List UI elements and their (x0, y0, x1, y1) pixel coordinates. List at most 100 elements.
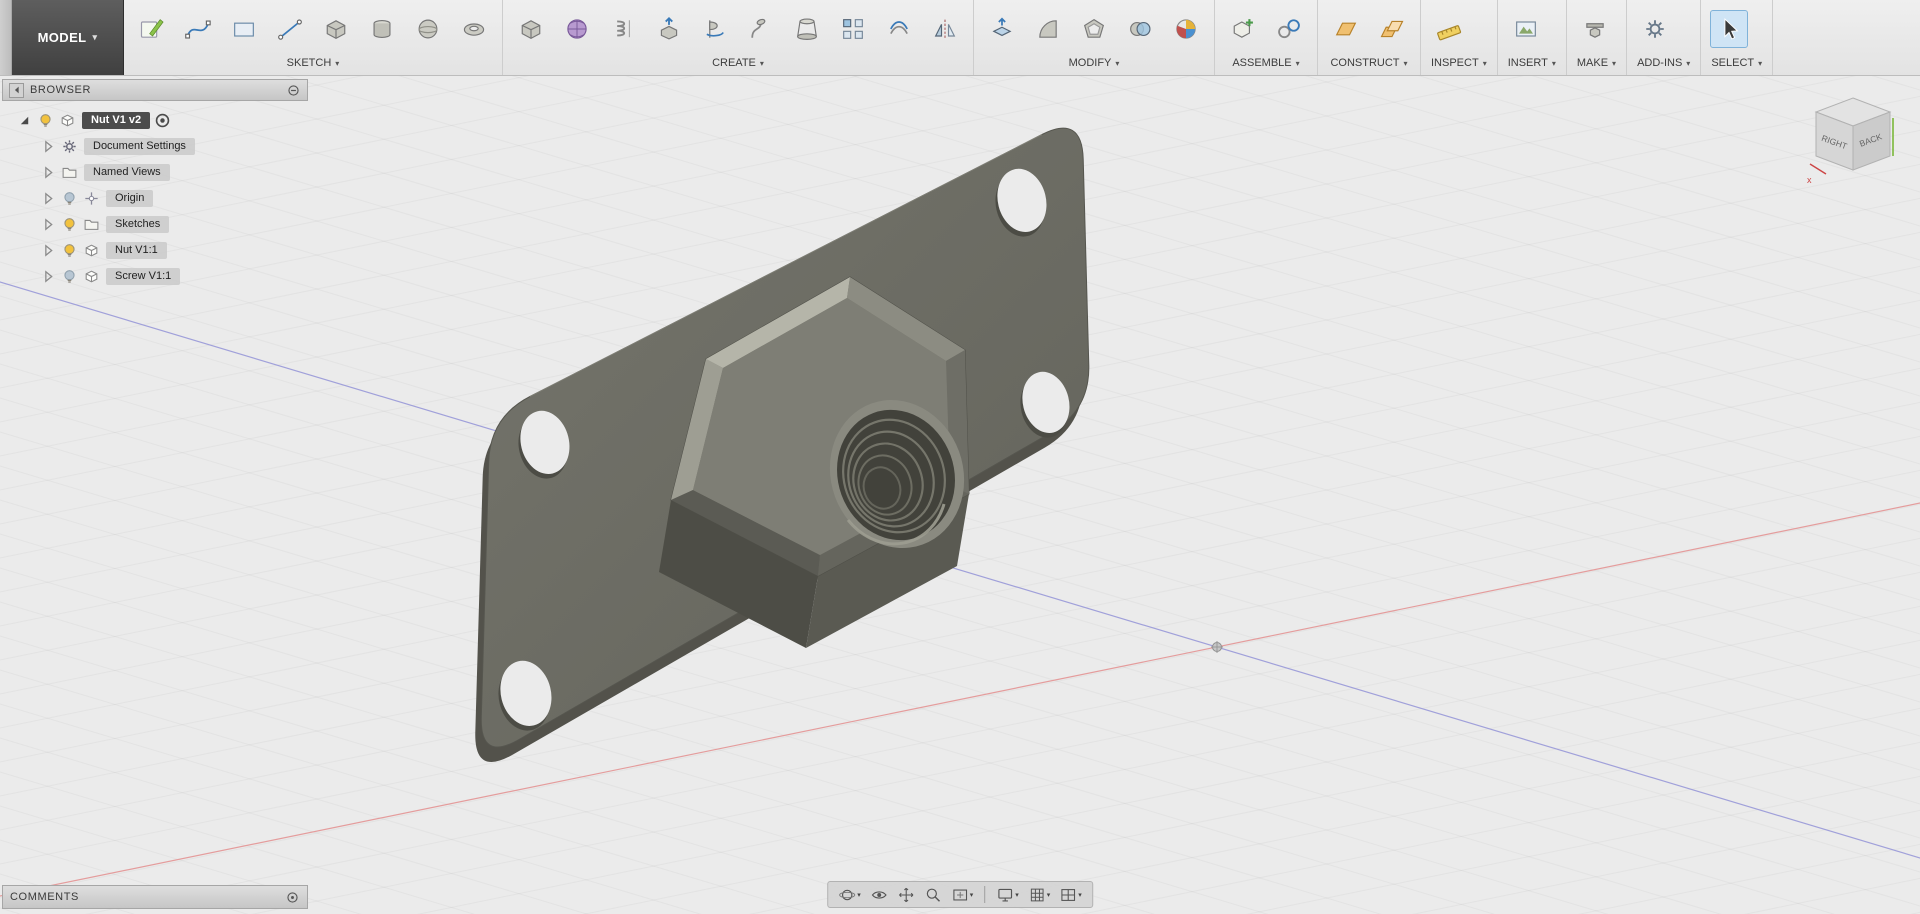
browser-item-label[interactable]: Nut V1:1 (106, 242, 167, 259)
visibility-bulb-off-icon[interactable] (60, 267, 79, 286)
press-pull-icon[interactable] (984, 11, 1020, 47)
caret-down-icon: ▾ (1483, 59, 1487, 68)
browser-item-label[interactable]: Screw V1:1 (106, 268, 180, 285)
create-form-icon[interactable] (559, 11, 595, 47)
expander-expanded-icon[interactable] (16, 112, 33, 129)
toolbar-menu-sketch[interactable]: SKETCH▾ (134, 54, 492, 75)
caret-down-icon: ▾ (1404, 59, 1408, 68)
fit-button[interactable]: ▾ (948, 883, 977, 906)
new-component-icon[interactable] (1225, 11, 1261, 47)
browser-row[interactable]: Screw V1:1 (2, 263, 308, 289)
cylinder-icon[interactable] (364, 11, 400, 47)
box-icon[interactable] (318, 11, 354, 47)
viewports-button[interactable]: ▾ (1056, 883, 1085, 906)
select-cursor-icon[interactable] (1711, 11, 1747, 47)
toolbar-menu-label: CONSTRUCT (1330, 57, 1399, 69)
sweep-icon[interactable] (743, 11, 779, 47)
toolbar-menu-inspect[interactable]: INSPECT ▾ (1431, 54, 1487, 75)
toolbar-menu-insert[interactable]: INSERT▾ (1508, 54, 1556, 75)
expander-collapsed-icon[interactable] (40, 242, 57, 259)
workspace-selector-button[interactable]: MODEL ▾ (12, 0, 124, 75)
caret-down-icon: ▾ (335, 59, 339, 68)
viewcube-x-label: x (1807, 175, 1812, 185)
browser-item-label[interactable]: Named Views (84, 164, 170, 181)
pan-button[interactable] (894, 883, 918, 906)
fillet-icon[interactable] (1030, 11, 1066, 47)
browser-item-label[interactable]: Document Settings (84, 138, 195, 155)
visibility-bulb-on-icon[interactable] (60, 215, 79, 234)
toolbar-grip (0, 0, 12, 75)
expander-collapsed-icon[interactable] (40, 138, 57, 155)
sphere-icon[interactable] (410, 11, 446, 47)
component-icon (82, 267, 101, 286)
browser-row[interactable]: Sketches (2, 211, 308, 237)
combine-icon[interactable] (1122, 11, 1158, 47)
browser-item-label[interactable]: Origin (106, 190, 153, 207)
orbit-button[interactable]: ▾ (835, 883, 864, 906)
joint-icon[interactable] (1271, 11, 1307, 47)
midplane-icon[interactable] (1374, 11, 1410, 47)
browser-row[interactable]: Named Views (2, 159, 308, 185)
top-toolbar: MODEL ▾ SKETCH▾CREATE▾MODIFY▾ASSEMBLE▾CO… (0, 0, 1920, 76)
visibility-bulb-off-icon[interactable] (60, 189, 79, 208)
caret-down-icon: ▾ (1296, 59, 1300, 68)
rectangle-icon[interactable] (226, 11, 262, 47)
coil-icon[interactable] (605, 11, 641, 47)
toolbar-menu-create[interactable]: CREATE▾ (513, 54, 963, 75)
browser-root-row[interactable]: Nut V1 v2 (2, 107, 308, 133)
comments-bar[interactable]: COMMENTS (2, 885, 308, 909)
viewport[interactable]: RIGHT BACK x BROWSER Nut V1 v2 Document S… (0, 76, 1920, 914)
toolbar-menu-select[interactable]: SELECT▾ (1711, 54, 1762, 75)
toolbar-menu-assemble[interactable]: ASSEMBLE ▾ (1225, 54, 1307, 75)
viewcube-x-axis (1810, 164, 1826, 174)
toolbar-menu-label: MAKE (1577, 57, 1608, 69)
browser-row[interactable]: Origin (2, 185, 308, 211)
create-sketch-icon[interactable] (134, 11, 170, 47)
line-icon[interactable] (272, 11, 308, 47)
expander-collapsed-icon[interactable] (40, 164, 57, 181)
look-at-button[interactable] (867, 883, 891, 906)
expander-collapsed-icon[interactable] (40, 190, 57, 207)
comments-indicator-icon[interactable] (285, 890, 300, 905)
view-cube[interactable]: RIGHT BACK x (1798, 88, 1910, 200)
browser-header[interactable]: BROWSER (2, 79, 308, 101)
toolbar-menu-add-ins[interactable]: ADD-INS▾ (1637, 54, 1690, 75)
toolbar-menu-label: ASSEMBLE (1232, 57, 1291, 69)
torus-icon[interactable] (456, 11, 492, 47)
browser-row[interactable]: Document Settings (2, 133, 308, 159)
insert-canvas-icon[interactable] (1508, 11, 1544, 47)
toolbar-group-construct: CONSTRUCT ▾ (1318, 0, 1421, 75)
browser-collapse-arrow-icon[interactable] (9, 83, 24, 98)
box-icon[interactable] (513, 11, 549, 47)
visibility-bulb-on-icon[interactable] (60, 241, 79, 260)
expander-collapsed-icon[interactable] (40, 216, 57, 233)
browser-item-label[interactable]: Sketches (106, 216, 169, 233)
visibility-bulb-on-icon[interactable] (36, 111, 55, 130)
scripts-addins-icon[interactable] (1637, 11, 1673, 47)
pattern-icon[interactable] (835, 11, 871, 47)
offset-plane-icon[interactable] (1328, 11, 1364, 47)
zoom-button[interactable] (921, 883, 945, 906)
extrude-icon[interactable] (651, 11, 687, 47)
browser-minimize-icon[interactable] (286, 83, 301, 98)
mirror-icon[interactable] (927, 11, 963, 47)
toolbar-menu-construct[interactable]: CONSTRUCT ▾ (1328, 54, 1410, 75)
toolbar-menu-modify[interactable]: MODIFY▾ (984, 54, 1204, 75)
print-3d-icon[interactable] (1577, 11, 1613, 47)
toolbar-menu-label: INSPECT (1431, 57, 1479, 69)
revolve-icon[interactable] (697, 11, 733, 47)
expander-collapsed-icon[interactable] (40, 268, 57, 285)
appearance-icon[interactable] (1168, 11, 1204, 47)
grid-and-snaps-button[interactable]: ▾ (1025, 883, 1054, 906)
browser-item-label[interactable]: Nut V1 v2 (82, 112, 150, 129)
workspace-label: MODEL (38, 30, 87, 45)
measure-icon[interactable] (1431, 11, 1467, 47)
toolbar-menu-make[interactable]: MAKE▾ (1577, 54, 1616, 75)
display-settings-button[interactable]: ▾ (993, 883, 1022, 906)
browser-row[interactable]: Nut V1:1 (2, 237, 308, 263)
comments-title: COMMENTS (10, 891, 285, 903)
thicken-icon[interactable] (881, 11, 917, 47)
shell-icon[interactable] (1076, 11, 1112, 47)
spline-icon[interactable] (180, 11, 216, 47)
loft-icon[interactable] (789, 11, 825, 47)
